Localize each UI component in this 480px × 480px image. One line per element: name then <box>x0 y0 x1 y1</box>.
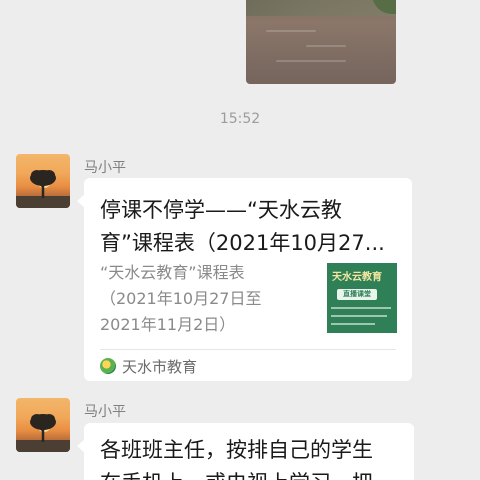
tree-icon <box>16 170 70 208</box>
link-description-line: “天水云教育”课程表 <box>100 263 245 282</box>
message-text-line: 各班班主任，按排自己的学生 <box>100 438 373 462</box>
link-description: “天水云教育”课程表 （2021年10月27日至 2021年11月2日） <box>100 260 314 338</box>
source-name: 天水市教育 <box>122 357 198 376</box>
photo-detail <box>306 45 346 47</box>
link-thumbnail: 天水云教育 直播课堂 <box>327 263 397 333</box>
thumbnail-text-line <box>331 315 387 317</box>
link-title-line: 育”课程表（2021年10月27... <box>100 231 385 255</box>
tianshui-education-logo-icon <box>100 358 116 374</box>
message-text: 各班班主任，按排自己的学生 在手机上，或电视上学习，把 <box>100 434 400 480</box>
link-title: 停课不停学——“天水云教 育”课程表（2021年10月27... <box>100 194 396 260</box>
chat-screen: 15:52 马小平 停课不停学——“天水云教 育”课程表（2021年10月27.… <box>0 0 480 480</box>
message-text-line: 在手机上，或电视上学习，把 <box>100 467 400 480</box>
thumbnail-text-line <box>331 323 375 325</box>
photo-detail <box>276 60 346 62</box>
thumbnail-text-line <box>331 307 391 309</box>
link-source[interactable]: 天水市教育 <box>100 354 197 378</box>
link-card-message[interactable]: 停课不停学——“天水云教 育”课程表（2021年10月27... “天水云教育”… <box>77 178 412 381</box>
chat-timestamp: 15:52 <box>219 111 261 127</box>
link-title-line: 停课不停学——“天水云教 <box>100 198 342 222</box>
tree-icon <box>16 414 70 452</box>
thumbnail-badge: 直播课堂 <box>337 289 377 300</box>
image-message-photo[interactable] <box>246 0 396 84</box>
avatar[interactable] <box>16 154 70 208</box>
sender-name: 马小平 <box>84 404 126 420</box>
thumbnail-title: 天水云教育 <box>332 272 382 283</box>
card-divider <box>100 349 396 350</box>
sender-name: 马小平 <box>84 160 126 176</box>
text-message[interactable]: 各班班主任，按排自己的学生 在手机上，或电视上学习，把 <box>77 423 414 480</box>
avatar[interactable] <box>16 398 70 452</box>
link-description-line: 2021年11月2日） <box>100 315 236 334</box>
link-description-line: （2021年10月27日至 <box>100 289 262 308</box>
photo-detail <box>266 30 316 32</box>
